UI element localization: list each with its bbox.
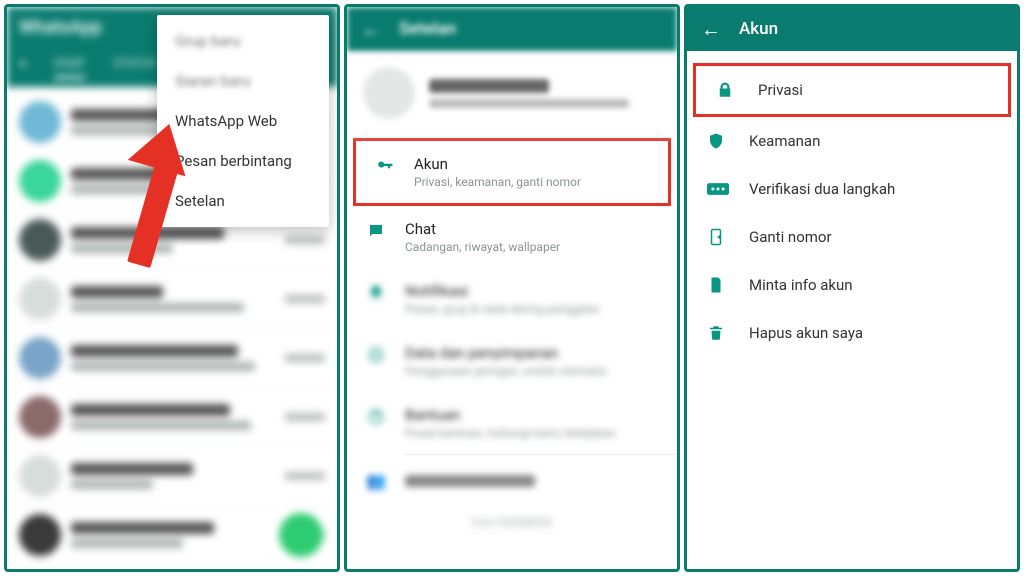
screenshot-panel-2: ← Setelan Akun Privasi, keamanan, ganti … [344,4,680,572]
people-icon: 👥 [365,471,387,490]
account-label: Privasi [758,81,803,99]
account-label: Minta info akun [749,276,853,294]
shield-icon [707,132,727,150]
profile-row[interactable] [347,51,677,138]
setting-row-account[interactable]: Akun Privasi, keamanan, ganti nomor [356,141,668,203]
app-name: WhatsApp [19,17,102,38]
setting-subtitle: Penggunaan jaringan, unduh otomatis [405,364,607,378]
chat-icon [365,220,387,240]
chat-row[interactable] [7,447,337,506]
account-row-security[interactable]: Keamanan [687,117,1017,165]
change-number-icon [707,228,727,246]
chat-row[interactable] [7,270,337,329]
setting-subtitle: Pesan, grup & nada dering panggilan [405,302,599,316]
account-row-change-number[interactable]: Ganti nomor [687,213,1017,261]
lock-icon [716,81,736,99]
trash-icon [707,324,727,342]
document-icon [707,276,727,294]
highlight-box-akun: Akun Privasi, keamanan, ganti nomor [353,138,671,206]
setting-title: Notifikasi [405,282,599,300]
setting-row-data[interactable]: Data dan penyimpanan Penggunaan jaringan… [347,330,677,392]
setting-row-help[interactable]: Bantuan Pusat bantuan, hubungi kami, keb… [347,392,677,454]
account-row-delete[interactable]: Hapus akun saya [687,309,1017,357]
setting-title: Bantuan [405,406,616,424]
panel2-title: Setelan [399,19,456,39]
back-icon[interactable]: ← [361,17,381,42]
highlight-box-privasi: Privasi [693,63,1011,117]
screenshot-panel-3: ← Akun Privasi Keamanan [684,4,1020,572]
overflow-menu: Grup baru Siaran baru WhatsApp Web Pesan… [157,15,329,227]
setting-title: Data dan penyimpanan [405,344,607,362]
setting-title: Chat [405,220,560,238]
screenshot-panel-1: WhatsApp ● CHAT STATUS Grup baru [4,4,340,572]
setting-subtitle: Pusat bantuan, hubungi kami, kebijakan [405,426,616,440]
new-chat-fab[interactable] [279,513,323,557]
invite-label [405,475,535,487]
account-label: Verifikasi dua langkah [749,180,895,198]
account-list: Privasi Keamanan Verifikasi dua langkah [687,51,1017,365]
setting-subtitle: Privasi, keamanan, ganti nomor [414,175,581,189]
data-icon [365,344,387,364]
account-row-two-step[interactable]: Verifikasi dua langkah [687,165,1017,213]
tab-status[interactable]: STATUS [113,56,156,79]
setting-row-notifications[interactable]: Notifikasi Pesan, grup & nada dering pan… [347,268,677,330]
account-label: Ganti nomor [749,228,832,246]
setting-row-chat[interactable]: Chat Cadangan, riwayat, wallpaper [347,206,677,268]
menu-item-settings[interactable]: Setelan [157,181,329,221]
setting-subtitle: Cadangan, riwayat, wallpaper [405,240,560,254]
chat-row[interactable] [7,329,337,388]
account-label: Keamanan [749,132,820,150]
footer-label: from FACEBOOK [347,506,677,547]
menu-item-new-broadcast[interactable]: Siaran baru [157,61,329,101]
account-label: Hapus akun saya [749,324,863,342]
key-icon [374,155,396,175]
panel3-topbar: ← Akun [687,7,1017,51]
panel3-title: Akun [739,19,778,39]
help-icon [365,406,387,426]
menu-item-new-group[interactable]: Grup baru [157,21,329,61]
setting-title: Akun [414,155,581,173]
setting-row-invite[interactable]: 👥 [347,455,677,506]
panel2-topbar: ← Setelan [347,7,677,51]
account-row-privacy[interactable]: Privasi [696,66,1008,114]
bell-icon [365,282,387,302]
avatar [363,67,415,119]
chat-row[interactable] [7,388,337,447]
tab-camera[interactable]: ● [19,56,26,79]
tab-chat[interactable]: CHAT [54,56,85,79]
dots-icon [707,182,727,196]
back-icon[interactable]: ← [701,17,721,42]
account-row-request-info[interactable]: Minta info akun [687,261,1017,309]
